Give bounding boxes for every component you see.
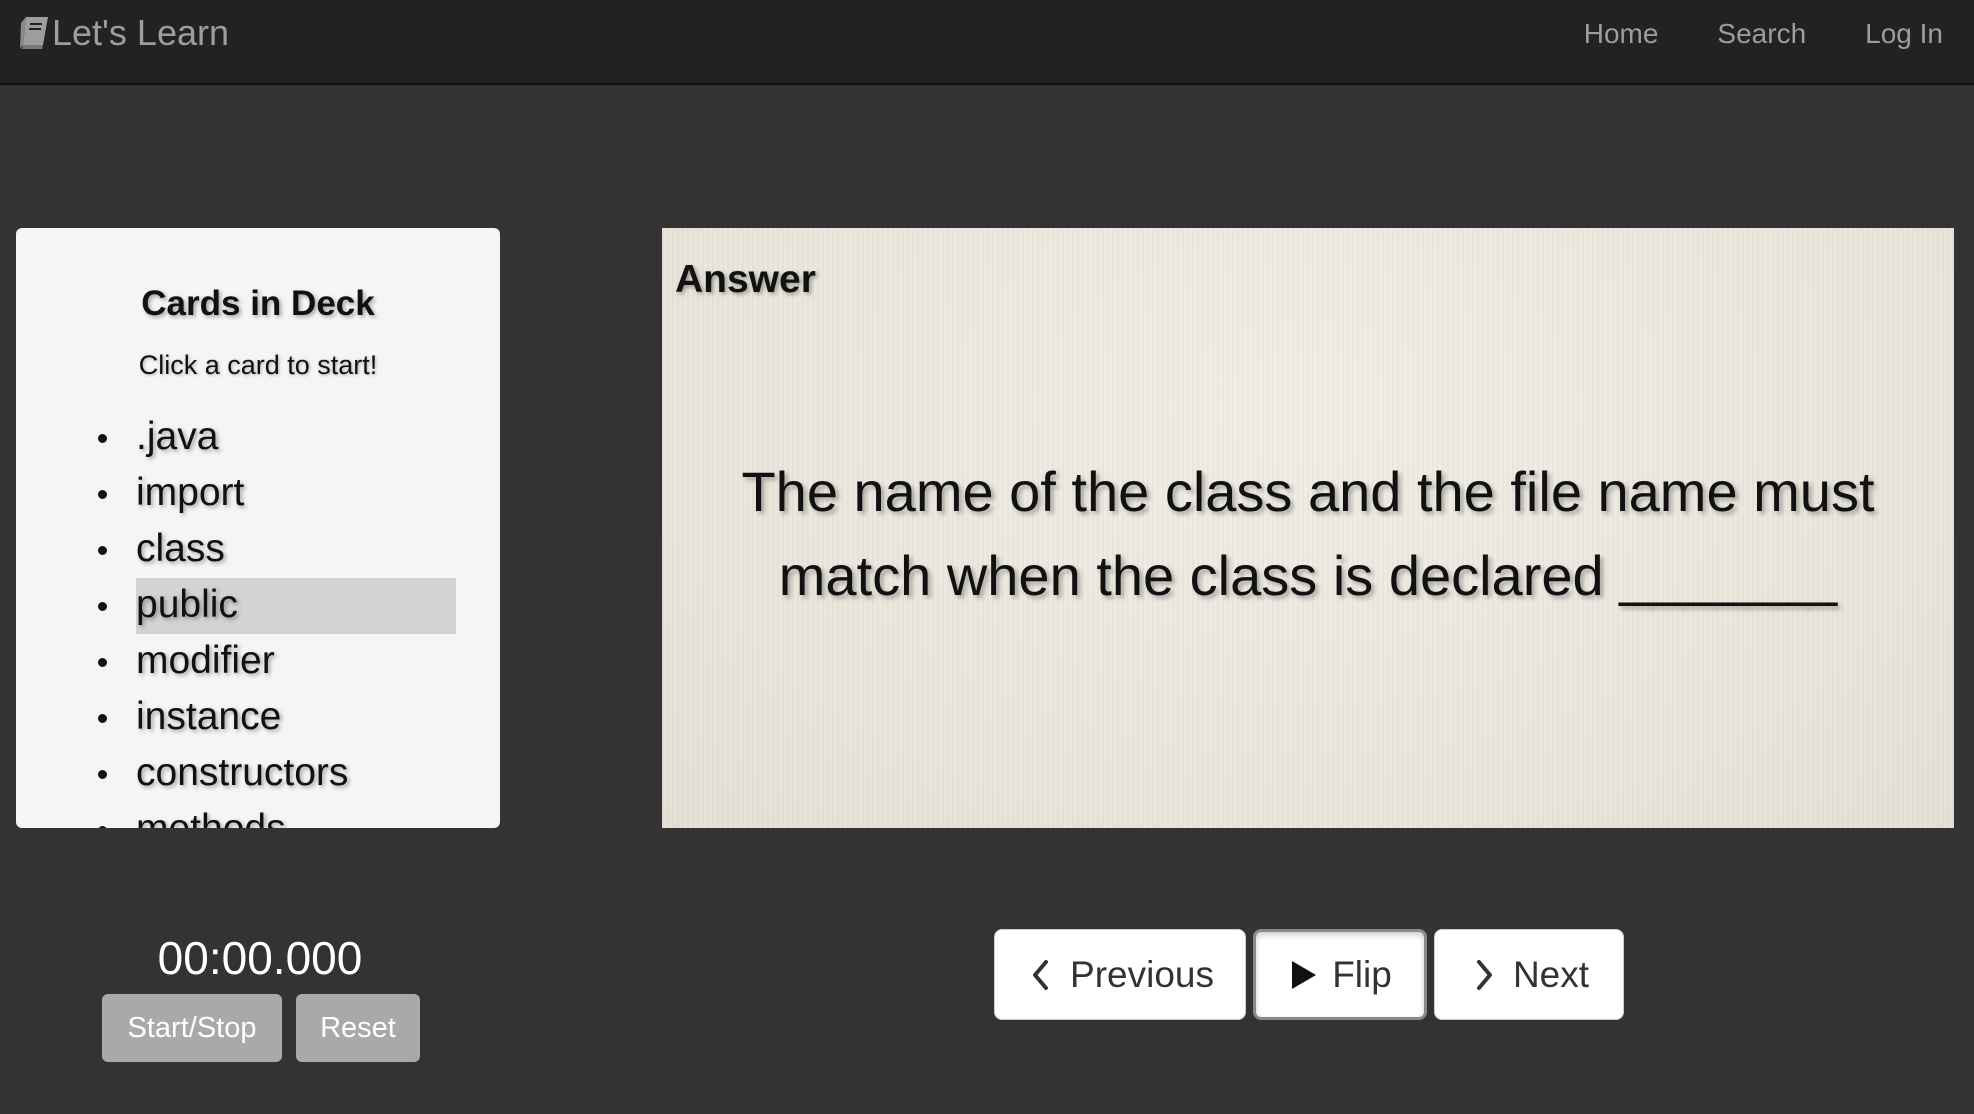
timer-display: 00:00.000: [157, 932, 363, 984]
nav-login-link[interactable]: Log In: [1865, 16, 1943, 52]
deck-subtitle: Click a card to start!: [138, 350, 378, 380]
chevron-left-icon: [1033, 959, 1049, 990]
brand-name: Let's Learn: [52, 12, 229, 53]
deck-panel[interactable]: Cards in Deck Click a card to start! .ja…: [16, 228, 500, 828]
card-item-label: methods: [136, 802, 456, 828]
flip-label: Flip: [1332, 953, 1392, 995]
nav-home-link[interactable]: Home: [1584, 16, 1659, 52]
top-navbar: Let's Learn Home Search Log In: [0, 0, 1974, 85]
nav-links: Home Search Log In: [1525, 16, 1943, 52]
play-icon: [1292, 960, 1317, 989]
card-list-item[interactable]: constructors: [16, 746, 500, 802]
card-side-label: Answer: [675, 258, 816, 301]
nav-search-link[interactable]: Search: [1717, 16, 1806, 52]
card-list-item[interactable]: modifier: [16, 634, 500, 690]
card-list: .java import class public modifier insta…: [16, 410, 500, 828]
flashcard[interactable]: Answer The name of the class and the fil…: [662, 228, 1954, 828]
card-item-label: public: [136, 578, 456, 634]
book-icon: [20, 17, 48, 49]
next-label: Next: [1512, 953, 1590, 995]
card-item-label: import: [136, 471, 245, 514]
card-list-item[interactable]: import: [16, 466, 500, 522]
card-item-label: modifier: [136, 639, 275, 682]
card-item-label: .java: [136, 415, 219, 458]
card-item-label: instance: [136, 695, 282, 738]
card-list-item[interactable]: methods: [16, 802, 500, 828]
card-text: The name of the class and the file name …: [741, 460, 1875, 607]
brand-link[interactable]: Let's Learn: [18, 13, 229, 53]
card-list-item[interactable]: class: [16, 522, 500, 578]
start-stop-button[interactable]: Start/Stop: [102, 994, 282, 1062]
previous-button[interactable]: Previous: [994, 929, 1246, 1020]
card-list-item-selected[interactable]: public: [16, 578, 500, 634]
flip-button[interactable]: Flip: [1253, 929, 1427, 1020]
card-list-item[interactable]: .java: [16, 410, 500, 466]
card-list-item[interactable]: instance: [16, 690, 500, 746]
next-button[interactable]: Next: [1434, 929, 1624, 1020]
chevron-right-icon: [1476, 959, 1492, 990]
card-item-label: class: [136, 527, 225, 570]
deck-title: Cards in Deck: [141, 284, 375, 323]
card-item-label: constructors: [136, 751, 349, 794]
reset-button[interactable]: Reset: [296, 994, 420, 1062]
previous-label: Previous: [1070, 953, 1214, 995]
